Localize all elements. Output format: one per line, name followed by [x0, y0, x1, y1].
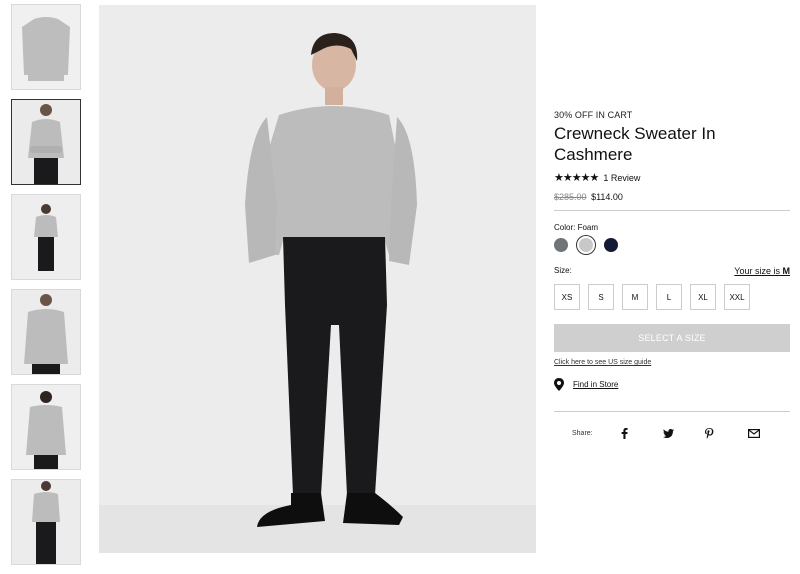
- thumbnail-model-arms-crossed[interactable]: [11, 99, 81, 185]
- size-s[interactable]: S: [588, 284, 614, 310]
- swatch-grey[interactable]: [554, 238, 568, 252]
- thumbnail-model-side[interactable]: [11, 289, 81, 375]
- original-price: $285.00: [554, 192, 587, 202]
- color-swatches: [554, 238, 790, 252]
- size-options: XS S M L XL XXL: [554, 284, 790, 310]
- size-xl[interactable]: XL: [690, 284, 716, 310]
- rating-stars-icon: ★★★★★: [554, 172, 599, 184]
- main-product-image: [99, 5, 536, 553]
- sale-price: $114.00: [591, 192, 623, 202]
- promo-text: 30% OFF IN CART: [554, 110, 633, 120]
- us-size-guide-link[interactable]: Click here to see US size guide: [554, 359, 790, 366]
- price: $285.00 $114.00: [554, 192, 790, 202]
- thumbnail-gallery: [11, 4, 81, 574]
- color-label: Color: Foam: [554, 223, 599, 232]
- find-in-store[interactable]: Find in Store: [554, 378, 790, 391]
- product-title: Crewneck Sweater In Cashmere: [554, 124, 716, 164]
- product-info-panel: 30% OFF IN CART Crewneck Sweater In Cash…: [554, 110, 790, 439]
- divider: [554, 210, 790, 211]
- email-icon[interactable]: [747, 429, 790, 438]
- size-xs[interactable]: XS: [554, 284, 580, 310]
- your-size-text: Your size is: [734, 266, 780, 276]
- rating: ★★★★★ 1 Review: [554, 171, 790, 184]
- size-xxl[interactable]: XXL: [724, 284, 750, 310]
- review-count-link[interactable]: 1 Review: [603, 173, 640, 183]
- twitter-icon[interactable]: [663, 429, 705, 438]
- your-size-value: M: [782, 266, 791, 276]
- thumbnail-flatlay[interactable]: [11, 4, 81, 90]
- size-m[interactable]: M: [622, 284, 648, 310]
- your-size-link[interactable]: Your size is M: [734, 266, 790, 276]
- thumbnail-model-front[interactable]: [11, 384, 81, 470]
- find-in-store-link[interactable]: Find in Store: [573, 380, 618, 389]
- thumbnail-model-full[interactable]: [11, 194, 81, 280]
- location-pin-icon: [554, 378, 564, 391]
- divider: [554, 411, 790, 412]
- select-size-button[interactable]: SELECT A SIZE: [554, 324, 790, 352]
- swatch-foam[interactable]: [579, 238, 593, 252]
- thumbnail-model-back[interactable]: [11, 479, 81, 565]
- share-label: Share:: [572, 430, 593, 437]
- facebook-icon[interactable]: [621, 428, 663, 439]
- size-l[interactable]: L: [656, 284, 682, 310]
- pinterest-icon[interactable]: [705, 428, 747, 439]
- size-header: Size: Your size is M: [554, 266, 790, 276]
- size-label: Size:: [554, 266, 572, 275]
- swatch-navy[interactable]: [604, 238, 618, 252]
- share-row: Share:: [554, 428, 790, 439]
